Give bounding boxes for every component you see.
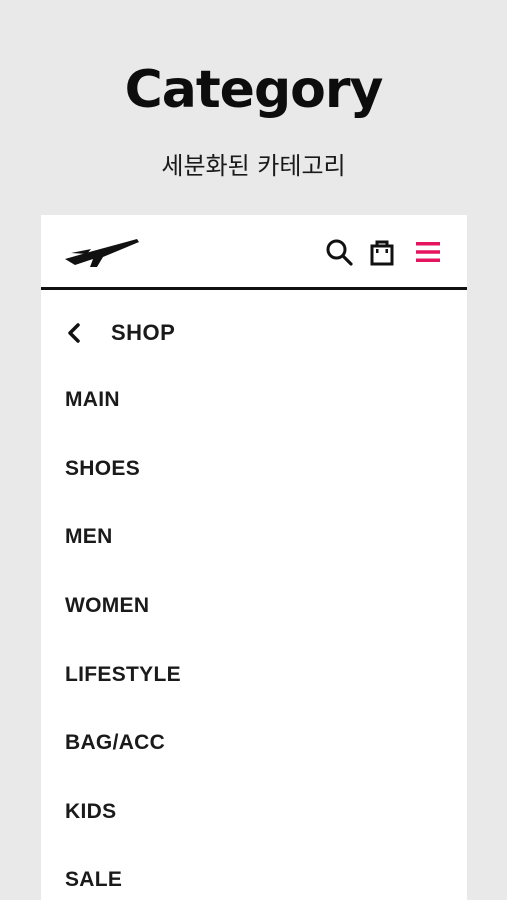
menu-item-kids[interactable]: KIDS (65, 797, 116, 827)
brand-logo-icon[interactable] (63, 237, 143, 273)
menu-item-shoes[interactable]: SHOES (65, 454, 140, 484)
app-header (41, 215, 467, 290)
hamburger-menu-icon[interactable] (413, 237, 443, 267)
menu-item-bag-acc[interactable]: BAG/ACC (65, 728, 165, 758)
menu-item-men[interactable]: MEN (65, 522, 113, 552)
page-title: Category (124, 60, 384, 120)
shopping-bag-icon[interactable] (367, 237, 397, 267)
menu-item-sale[interactable]: SALE (65, 865, 122, 895)
menu-item-main[interactable]: MAIN (65, 385, 120, 415)
page-subtitle: 세분화된 카테고리 (161, 152, 346, 180)
chevron-left-icon (68, 323, 80, 343)
search-icon[interactable] (324, 237, 354, 267)
menu-item-women[interactable]: WOMEN (65, 591, 149, 621)
menu-item-lifestyle[interactable]: LIFESTYLE (65, 660, 181, 690)
back-to-shop-button[interactable]: SHOP (65, 313, 175, 353)
back-label: SHOP (111, 320, 176, 345)
app-screen: SHOP MAIN SHOES MEN WOMEN LIFESTYLE BAG/… (41, 215, 467, 900)
